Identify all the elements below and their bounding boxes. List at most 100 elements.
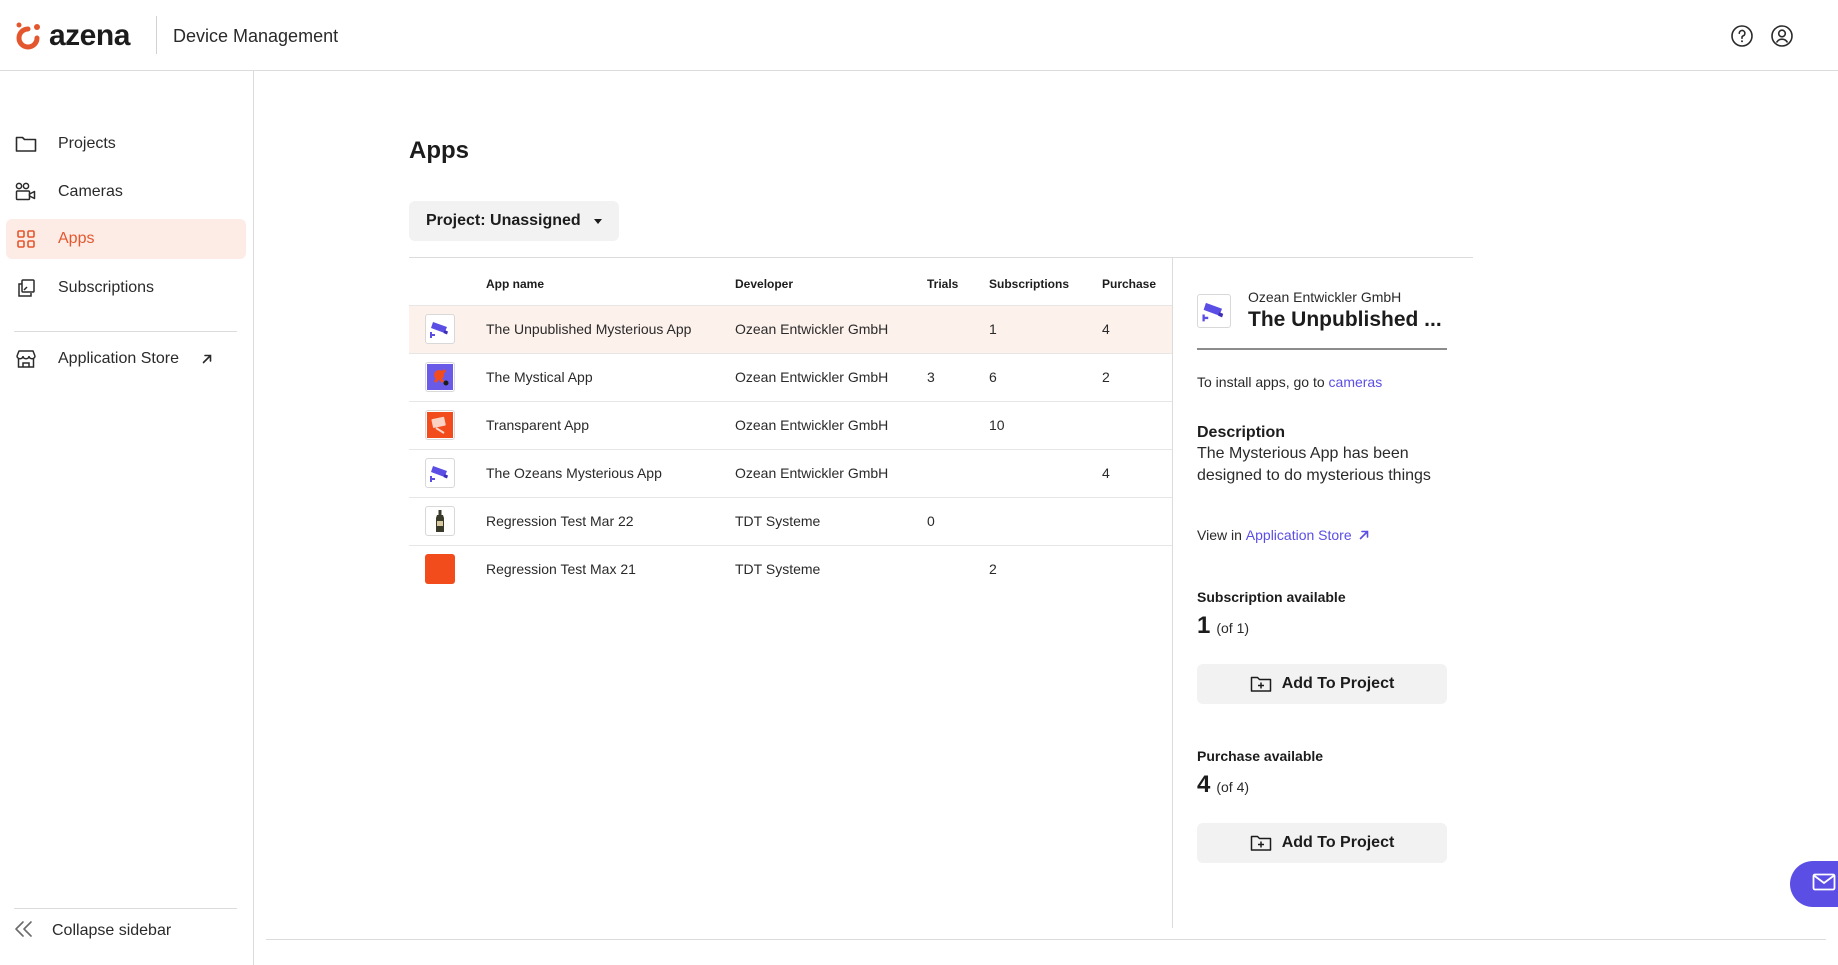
sidebar-item-subscriptions[interactable]: Subscriptions	[6, 268, 246, 308]
bottle-app-icon	[425, 506, 455, 536]
table-row[interactable]: The Ozeans Mysterious App Ozean Entwickl…	[409, 449, 1172, 497]
sidebar: Projects Cameras Apps Subscriptions Appl…	[0, 71, 254, 965]
developer-cell: Ozean Entwickler GmbH	[735, 417, 889, 433]
subscription-total: (of 1)	[1216, 620, 1250, 636]
sidebar-item-cameras[interactable]: Cameras	[6, 172, 246, 212]
table-row[interactable]: Transparent App Ozean Entwickler GmbH 10	[409, 401, 1172, 449]
collapse-sidebar-label: Collapse sidebar	[52, 922, 172, 939]
trials-cell: 3	[927, 369, 935, 385]
double-chevron-left-icon	[14, 920, 34, 943]
view-in-text: View in	[1197, 527, 1242, 543]
orange-square-icon	[425, 554, 455, 584]
table-row[interactable]: Regression Test Max 21 TDT Systeme 2	[409, 545, 1172, 593]
camera-app-icon	[425, 458, 455, 488]
subscriptions-cell: 6	[989, 369, 997, 385]
developer-cell: Ozean Entwickler GmbH	[735, 369, 889, 385]
header-divider	[156, 16, 157, 54]
table-row[interactable]: The Mystical App Ozean Entwickler GmbH 3…	[409, 353, 1172, 401]
camera-app-icon	[425, 314, 455, 344]
folder-plus-icon	[1250, 834, 1272, 852]
panel-divider	[1172, 258, 1173, 928]
project-select-value: Project: Unassigned	[426, 212, 581, 229]
folder-icon	[14, 132, 38, 156]
footer-divider	[266, 939, 1826, 940]
developer-cell: TDT Systeme	[735, 561, 821, 577]
purchase-available-count: 4 (of 4)	[1197, 771, 1249, 799]
column-header-subscriptions[interactable]: Subscriptions	[989, 277, 1069, 291]
sidebar-item-label: Application Store	[58, 350, 179, 367]
add-to-project-label: Add To Project	[1281, 675, 1395, 692]
camera-app-icon	[1197, 294, 1231, 328]
subscriptions-cell: 2	[989, 561, 997, 577]
purchase-cell: 4	[1102, 321, 1110, 337]
trials-cell: 0	[927, 513, 935, 529]
store-icon	[14, 347, 38, 371]
sidebar-item-label: Cameras	[58, 183, 123, 200]
table-row[interactable]: The Unpublished Mysterious App Ozean Ent…	[409, 305, 1172, 353]
project-select-dropdown[interactable]: Project: Unassigned	[409, 201, 619, 241]
sidebar-item-label: Subscriptions	[58, 279, 155, 296]
top-header: azena Device Management	[0, 0, 1838, 71]
sidebar-divider	[14, 331, 237, 332]
install-hint: To install apps, go to cameras	[1197, 373, 1382, 391]
table-row[interactable]: Regression Test Mar 22 TDT Systeme 0	[409, 497, 1172, 545]
sidebar-item-apps[interactable]: Apps	[6, 219, 246, 259]
add-purchase-to-project-button[interactable]: Add To Project	[1197, 823, 1447, 863]
table-header: App name Developer Trials Subscriptions …	[409, 258, 1172, 305]
detail-divider	[1197, 348, 1447, 350]
external-link-icon	[1358, 529, 1370, 541]
brand-name: azena	[49, 19, 130, 52]
apps-table: App name Developer Trials Subscriptions …	[409, 258, 1172, 593]
brand-logo[interactable]: azena	[13, 18, 130, 54]
mystical-app-icon	[425, 362, 455, 392]
app-name-cell: Regression Test Max 21	[486, 561, 636, 577]
apps-grid-icon	[14, 227, 38, 251]
subscriptions-cell: 1	[989, 321, 997, 337]
folder-plus-icon	[1250, 675, 1272, 693]
help-icon[interactable]	[1729, 23, 1755, 49]
detail-developer: Ozean Entwickler GmbH	[1248, 289, 1402, 305]
sidebar-item-label: Apps	[58, 230, 95, 247]
developer-cell: TDT Systeme	[735, 513, 821, 529]
purchase-cell: 4	[1102, 465, 1110, 481]
app-name-cell: The Mystical App	[486, 369, 593, 385]
sidebar-item-application-store[interactable]: Application Store	[6, 339, 246, 379]
add-subscription-to-project-button[interactable]: Add To Project	[1197, 664, 1447, 704]
purchase-total: (of 4)	[1216, 779, 1250, 795]
detail-header: Ozean Entwickler GmbH The Unpublished ..…	[1197, 286, 1447, 350]
column-header-purchase[interactable]: Purchase	[1102, 277, 1156, 291]
subscription-available-count: 1 (of 1)	[1197, 612, 1249, 640]
description-heading: Description	[1197, 424, 1286, 441]
description-text: The Mysterious App has been designed to …	[1197, 445, 1431, 484]
app-name-cell: The Unpublished Mysterious App	[486, 321, 692, 337]
external-link-icon	[201, 352, 215, 366]
sidebar-item-label: Projects	[58, 135, 116, 152]
application-store-link[interactable]: Application Store	[1246, 526, 1352, 544]
sidebar-divider	[14, 908, 237, 909]
subscriptions-cell: 10	[989, 417, 1005, 433]
purchase-cell: 2	[1102, 369, 1110, 385]
sidebar-item-projects[interactable]: Projects	[6, 124, 246, 164]
feedback-mail-button[interactable]	[1790, 861, 1838, 907]
view-in-store: View in Application Store	[1197, 526, 1370, 544]
camera-icon	[14, 180, 38, 204]
page-title: Apps	[409, 137, 469, 164]
app-name-cell: Transparent App	[486, 417, 589, 433]
column-header-trials[interactable]: Trials	[927, 277, 958, 291]
user-account-icon[interactable]	[1769, 23, 1795, 49]
column-header-app-name[interactable]: App name	[486, 277, 544, 291]
azena-logo-icon	[16, 22, 40, 50]
subscriptions-icon	[14, 276, 38, 300]
transparent-app-icon	[425, 410, 455, 440]
subscription-available-heading: Subscription available	[1197, 589, 1346, 605]
developer-cell: Ozean Entwickler GmbH	[735, 465, 889, 481]
developer-cell: Ozean Entwickler GmbH	[735, 321, 889, 337]
cameras-link[interactable]: cameras	[1329, 374, 1383, 390]
collapse-sidebar-button[interactable]: Collapse sidebar	[14, 915, 171, 947]
detail-app-name: The Unpublished ...	[1248, 308, 1442, 331]
column-header-developer[interactable]: Developer	[735, 277, 793, 291]
purchase-count: 4	[1197, 771, 1211, 798]
app-name-cell: The Ozeans Mysterious App	[486, 465, 662, 481]
purchase-available-heading: Purchase available	[1197, 748, 1324, 764]
app-name-cell: Regression Test Mar 22	[486, 513, 634, 529]
